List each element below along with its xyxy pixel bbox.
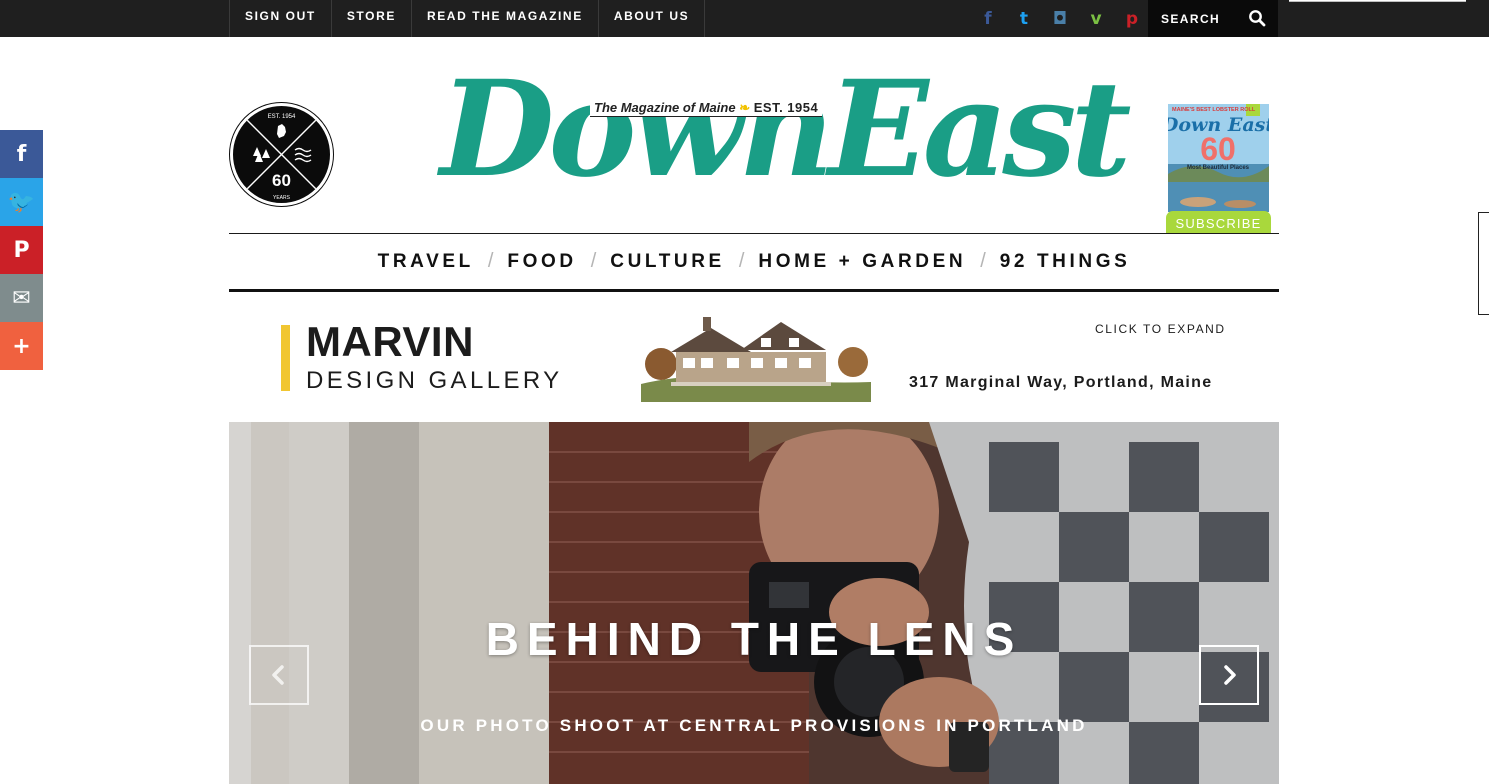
social-icons: f t ◘ v p — [970, 0, 1150, 37]
top-nav: SIGN OUT STORE READ THE MAGAZINE ABOUT U… — [229, 0, 706, 37]
ad-brand: MARVIN — [306, 318, 474, 365]
nav-separator: / — [590, 250, 597, 272]
ad-expand-label[interactable]: CLICK TO EXPAND — [1095, 322, 1226, 336]
search-icon[interactable] — [1248, 9, 1266, 27]
twitter-icon: 🐦 — [7, 189, 36, 215]
marvin-ad-banner[interactable]: MARVIN DESIGN GALLERY CLICK TO EXPAND 31… — [229, 295, 1279, 422]
read-the-magazine-link[interactable]: READ THE MAGAZINE — [410, 0, 598, 37]
leaf-icon: ❧ — [739, 100, 751, 115]
main-nav: TRAVEL / FOOD / CULTURE / HOME + GARDEN … — [229, 233, 1279, 292]
nav-separator: / — [980, 250, 986, 272]
twitter-icon[interactable]: t — [1006, 0, 1042, 37]
pinterest-icon: P — [13, 237, 30, 263]
instagram-icon[interactable]: ◘ — [1042, 0, 1078, 37]
logo-tagline: The Magazine of Maine ❧ EST. 1954 — [590, 100, 823, 117]
tagline-est: EST. 1954 — [753, 100, 819, 115]
share-facebook-button[interactable]: f — [0, 130, 43, 178]
ad-address: 317 Marginal Way, Portland, Maine — [909, 374, 1213, 391]
nav-culture[interactable]: CULTURE — [610, 251, 725, 273]
ad-house-image — [631, 312, 879, 402]
badge-years-label: YEARS — [273, 195, 291, 201]
chevron-right-icon — [1224, 665, 1236, 685]
sign-out-link[interactable]: SIGN OUT — [229, 0, 331, 37]
nav-separator: / — [738, 250, 745, 272]
store-link[interactable]: STORE — [330, 0, 411, 37]
chevron-left-icon — [272, 665, 284, 685]
right-edge-panel[interactable] — [1478, 212, 1489, 315]
top-bar-edge — [1289, 0, 1466, 2]
facebook-icon[interactable]: f — [970, 0, 1006, 37]
facebook-icon: f — [16, 141, 27, 167]
anniversary-badge: EST. 1954 60 YEARS — [230, 103, 333, 206]
share-twitter-button[interactable]: 🐦 — [0, 178, 43, 226]
anniversary-badge-graphic: EST. 1954 60 YEARS — [246, 114, 317, 201]
share-email-button[interactable]: ✉ — [0, 274, 43, 322]
cover-number: 60 — [1200, 131, 1236, 167]
more-icon: + — [12, 333, 31, 359]
nav-92-things[interactable]: 92 THINGS — [1000, 251, 1131, 273]
badge-est-label: EST. 1954 — [268, 114, 296, 120]
magazine-cover[interactable]: MAINE'S BEST LOBSTER ROLL Down East 60 M… — [1168, 104, 1269, 212]
share-rail: f 🐦 P ✉ + — [0, 130, 43, 370]
nav-food[interactable]: FOOD — [507, 251, 576, 273]
subscribe-button[interactable]: SUBSCRIBE — [1166, 211, 1271, 233]
tagline-text: The Magazine of Maine — [594, 100, 736, 115]
top-bar: SIGN OUT STORE READ THE MAGAZINE ABOUT U… — [0, 0, 1489, 37]
search-label: SEARCH — [1161, 11, 1221, 26]
hero-subtitle: OUR PHOTO SHOOT AT CENTRAL PROVISIONS IN… — [420, 716, 1088, 735]
share-pinterest-button[interactable]: P — [0, 226, 43, 274]
nav-travel[interactable]: TRAVEL — [378, 251, 474, 273]
share-more-button[interactable]: + — [0, 322, 43, 370]
vine-icon[interactable]: v — [1078, 0, 1114, 37]
hero-title[interactable]: BEHIND THE LENS — [229, 612, 1279, 666]
about-us-link[interactable]: ABOUT US — [597, 0, 706, 37]
ad-subbrand: DESIGN GALLERY — [306, 367, 563, 394]
site-logo[interactable]: DownEast The Magazine of Maine ❧ EST. 19… — [440, 52, 1132, 210]
badge-number: 60 — [272, 171, 291, 190]
slider-next-button[interactable] — [1199, 645, 1259, 705]
nav-separator: / — [487, 250, 494, 272]
pinterest-icon[interactable]: p — [1114, 0, 1150, 37]
cover-banner: MAINE'S BEST LOBSTER ROLL — [1172, 107, 1256, 113]
logo-wordmark: DownEast — [440, 52, 1132, 207]
slider-prev-button[interactable] — [249, 645, 309, 705]
cover-caption: Most Beautiful Places — [1187, 165, 1250, 171]
hero-slider: BEHIND THE LENS OUR PHOTO SHOOT AT CENTR… — [229, 422, 1279, 784]
email-icon: ✉ — [12, 285, 31, 311]
search-box[interactable]: SEARCH — [1148, 0, 1278, 37]
magazine-cover-image: MAINE'S BEST LOBSTER ROLL Down East 60 M… — [1168, 104, 1269, 212]
nav-home-garden[interactable]: HOME + GARDEN — [758, 251, 966, 273]
ad-accent-bar — [281, 325, 290, 391]
